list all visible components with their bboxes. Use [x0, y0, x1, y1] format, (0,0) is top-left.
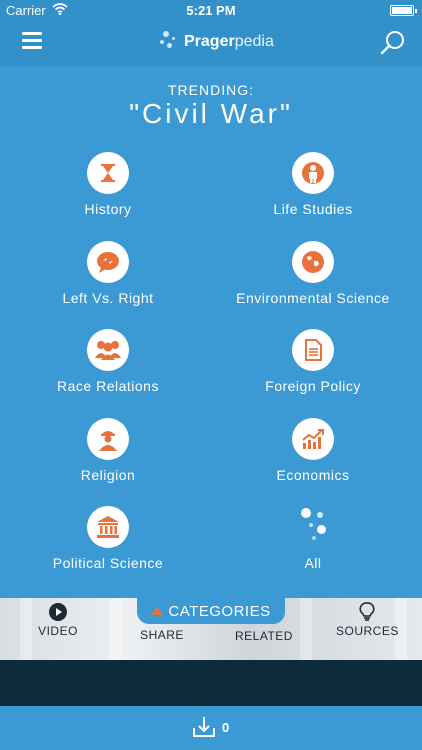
tab-label: SOURCES — [336, 624, 399, 638]
category-race-relations[interactable]: Race Relations — [8, 329, 208, 394]
category-life-studies[interactable]: Life Studies — [213, 152, 413, 217]
battery-icon — [390, 5, 417, 16]
nav-bar: Pragerpedia — [0, 22, 422, 66]
category-foreign-policy[interactable]: Foreign Policy — [213, 329, 413, 394]
person-icon — [292, 152, 334, 194]
triangle-up-icon — [151, 607, 164, 615]
category-label: Religion — [80, 467, 136, 483]
category-history[interactable]: History — [8, 152, 208, 217]
globe-icon — [292, 241, 334, 283]
download-icon[interactable] — [191, 714, 217, 740]
category-economics[interactable]: Economics — [213, 418, 413, 483]
cleric-icon — [87, 418, 129, 460]
download-bar: 0 — [0, 706, 422, 750]
category-label: Foreign Policy — [265, 378, 361, 394]
bottom-tab-bar: VIDEO CATEGORIES SHARE RELATED SOURCES — [0, 598, 422, 660]
clock: 5:21 PM — [186, 3, 236, 18]
tab-related[interactable]: RELATED — [234, 629, 294, 643]
main-panel: TRENDING: "Civil War" History Life Studi… — [0, 66, 422, 598]
category-label: History — [84, 201, 132, 217]
tab-label: RELATED — [235, 629, 293, 643]
hourglass-icon — [87, 152, 129, 194]
tab-label: SHARE — [140, 628, 184, 642]
lightbulb-icon — [336, 602, 398, 624]
category-label: Political Science — [52, 555, 164, 571]
trending-topic[interactable]: "Civil War" — [0, 98, 422, 130]
category-label: Life Studies — [273, 201, 353, 217]
category-all[interactable]: All — [213, 506, 413, 571]
people-group-icon — [87, 329, 129, 371]
tab-label: VIDEO — [38, 624, 78, 638]
category-environmental-science[interactable]: Environmental Science — [213, 241, 413, 306]
category-political-science[interactable]: Political Science — [8, 506, 208, 571]
tab-categories[interactable]: CATEGORIES — [137, 598, 285, 624]
category-label: Race Relations — [57, 378, 159, 394]
category-label: Economics — [276, 467, 350, 483]
prager-logo: Pragerpedia — [160, 28, 274, 56]
download-count: 0 — [222, 720, 230, 735]
speech-bubbles-icon — [87, 241, 129, 283]
category-label: All — [304, 555, 322, 571]
category-label: Left Vs. Right — [62, 290, 154, 306]
play-icon — [36, 602, 80, 624]
dots-icon — [292, 506, 334, 548]
tab-sources[interactable]: SOURCES — [336, 602, 398, 638]
trending-label: TRENDING: — [168, 82, 254, 98]
tab-label: CATEGORIES — [168, 602, 271, 620]
government-building-icon — [87, 506, 129, 548]
hamburger-menu-icon[interactable] — [22, 32, 42, 50]
logo-dots-icon — [160, 29, 180, 55]
category-left-vs-right[interactable]: Left Vs. Right — [8, 241, 208, 306]
logo-text-light: pedia — [234, 33, 274, 50]
search-icon[interactable] — [380, 30, 406, 56]
status-bar: Carrier 5:21 PM — [0, 0, 422, 22]
category-label: Environmental Science — [236, 290, 390, 306]
tab-video[interactable]: VIDEO — [36, 602, 80, 638]
chart-growth-icon — [292, 418, 334, 460]
logo-text-bold: Prager — [184, 33, 235, 50]
document-icon — [292, 329, 334, 371]
category-religion[interactable]: Religion — [8, 418, 208, 483]
video-area — [0, 660, 422, 706]
tab-share[interactable]: SHARE — [138, 628, 186, 642]
